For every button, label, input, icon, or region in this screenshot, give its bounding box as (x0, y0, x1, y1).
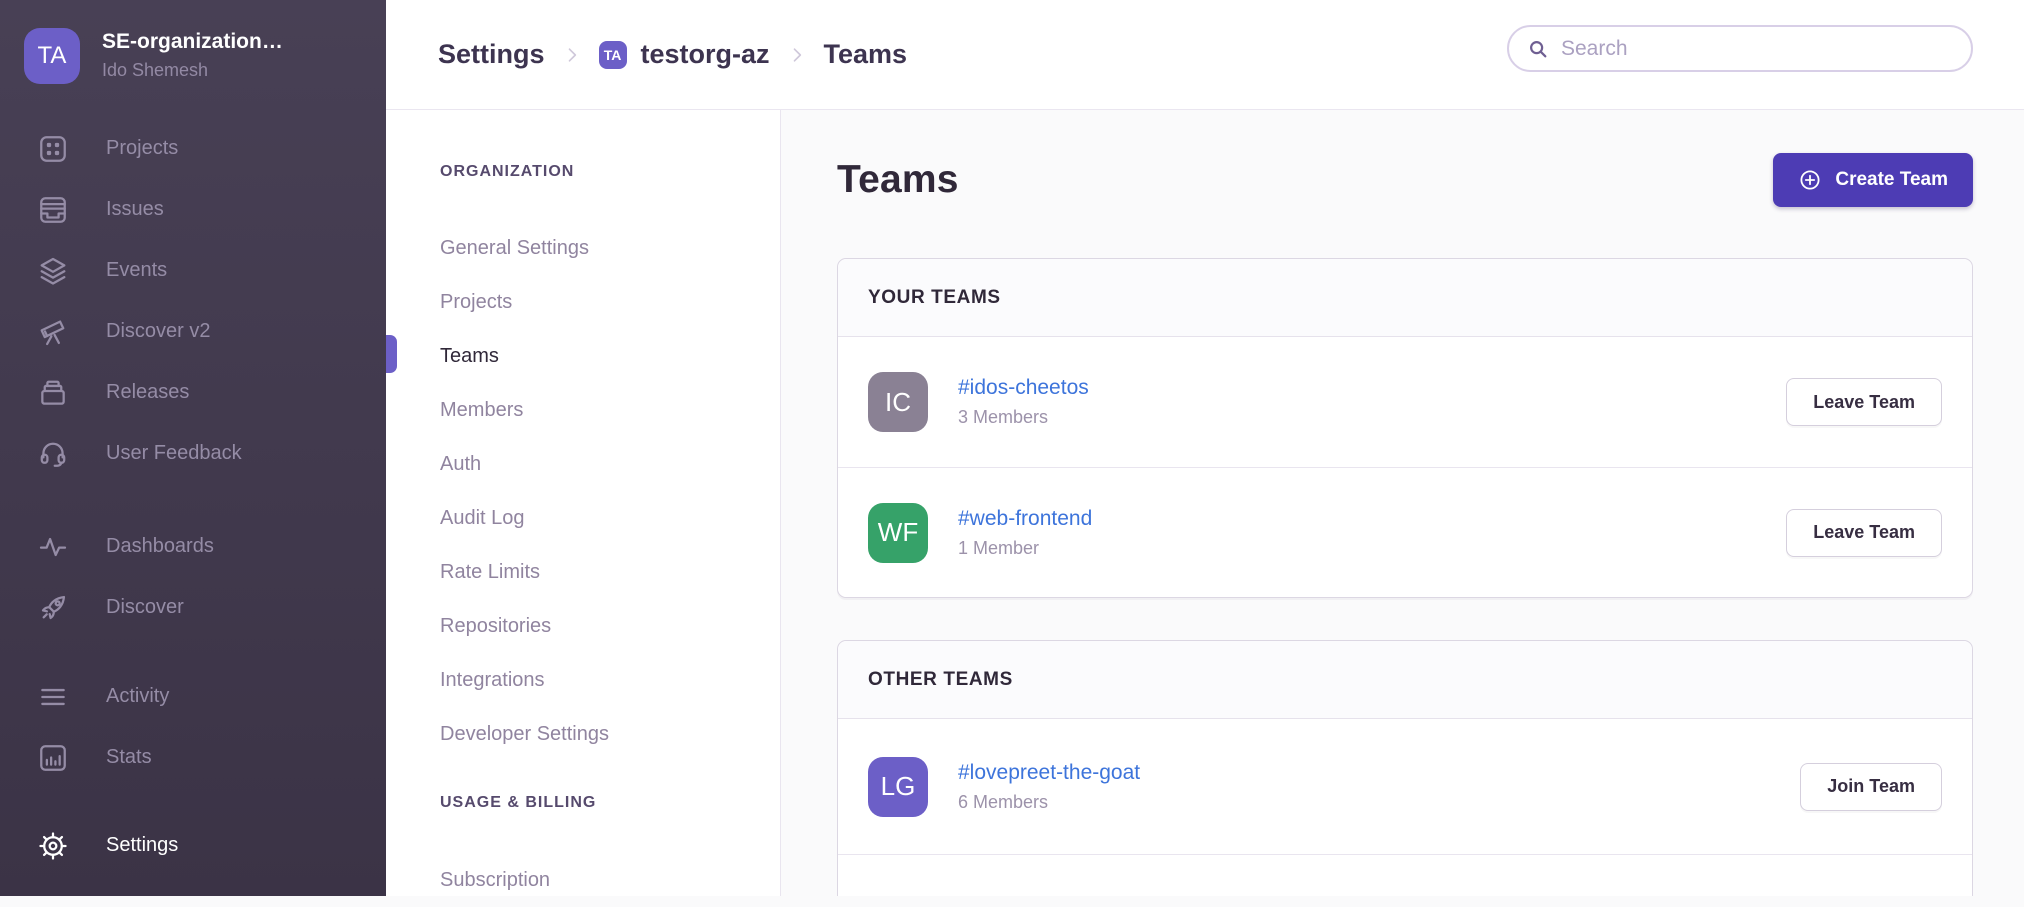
sidebar-item-label: Dashboards (106, 535, 214, 558)
sidebar-nav-tertiary: Activity Stats (0, 666, 386, 788)
rocket-icon (34, 589, 72, 627)
settings-nav-item-teams[interactable]: Teams (440, 329, 780, 383)
breadcrumb: Settings TA testorg-az Teams (438, 0, 907, 109)
projects-icon (34, 130, 72, 168)
app-sidebar: TA SE-organization… Ido Shemesh Projects… (0, 0, 386, 896)
sidebar-item-label: Issues (106, 198, 164, 221)
other-teams-panel: OTHER TEAMS LG #lovepreet-the-goat 6 Mem… (837, 640, 1973, 896)
events-icon (34, 252, 72, 290)
chevron-right-icon (562, 45, 582, 65)
sidebar-item-stats[interactable]: Stats (0, 727, 386, 788)
topbar: Settings TA testorg-az Teams (386, 0, 2024, 110)
sidebar-item-label: Activity (106, 685, 169, 708)
sidebar-nav-secondary: Dashboards Discover (0, 516, 386, 638)
circle-plus-icon (1798, 168, 1822, 192)
sidebar-item-discover-v2[interactable]: Discover v2 (0, 301, 386, 362)
sidebar-item-settings[interactable]: Settings (0, 815, 386, 876)
settings-nav-item-subscription[interactable]: Subscription (440, 853, 780, 907)
sidebar-item-label: Stats (106, 746, 152, 769)
org-badge: TA (599, 41, 627, 69)
settings-nav-item-projects[interactable]: Projects (440, 275, 780, 329)
settings-nav: ORGANIZATION General Settings Projects T… (386, 110, 781, 896)
sidebar-item-user-feedback[interactable]: User Feedback (0, 423, 386, 484)
sidebar-item-activity[interactable]: Activity (0, 666, 386, 727)
search-input[interactable] (1561, 37, 1953, 61)
sidebar-item-label: Settings (106, 834, 178, 857)
settings-nav-item-members[interactable]: Members (440, 383, 780, 437)
team-link[interactable]: #web-frontend (958, 507, 1092, 531)
sidebar-item-discover[interactable]: Discover (0, 577, 386, 638)
main-content: Teams Create Team YOUR TEAMS IC #idos-ch… (781, 110, 2024, 896)
your-teams-panel: YOUR TEAMS IC #idos-cheetos 3 Members Le… (837, 258, 1973, 598)
breadcrumb-org[interactable]: TA testorg-az (599, 39, 770, 70)
issues-icon (34, 191, 72, 229)
org-user-name: Ido Shemesh (102, 60, 283, 81)
sidebar-nav-settings: Settings (0, 815, 386, 876)
telescope-icon (34, 313, 72, 351)
sidebar-item-label: Releases (106, 381, 189, 404)
headset-icon (34, 435, 72, 473)
breadcrumb-settings[interactable]: Settings (438, 39, 545, 70)
team-avatar: IC (868, 372, 928, 432)
settings-nav-item-rate-limits[interactable]: Rate Limits (440, 545, 780, 599)
create-team-button[interactable]: Create Team (1773, 153, 1973, 207)
sidebar-nav-primary: Projects Issues Events Discover v2 Relea… (0, 118, 386, 484)
team-link[interactable]: #idos-cheetos (958, 376, 1089, 400)
bar-chart-icon (34, 739, 72, 777)
team-members-count: 6 Members (958, 792, 1140, 813)
team-info: #lovepreet-the-goat 6 Members (958, 761, 1140, 813)
other-teams-header: OTHER TEAMS (838, 641, 1972, 719)
settings-nav-item-audit-log[interactable]: Audit Log (440, 491, 780, 545)
settings-nav-item-repositories[interactable]: Repositories (440, 599, 780, 653)
archive-box-icon (34, 374, 72, 412)
pulse-icon (34, 528, 72, 566)
settings-nav-item-integrations[interactable]: Integrations (440, 653, 780, 707)
team-members-count: 3 Members (958, 407, 1089, 428)
settings-nav-item-auth[interactable]: Auth (440, 437, 780, 491)
org-name: SE-organization… (102, 30, 283, 54)
sidebar-item-dashboards[interactable]: Dashboards (0, 516, 386, 577)
team-info: #idos-cheetos 3 Members (958, 376, 1089, 428)
sidebar-item-label: Events (106, 259, 167, 282)
join-team-button[interactable]: Join Team (1800, 763, 1942, 811)
sidebar-item-projects[interactable]: Projects (0, 118, 386, 179)
table-row-partial (838, 854, 1972, 896)
chevron-right-icon (787, 45, 807, 65)
sidebar-item-label: User Feedback (106, 442, 242, 465)
leave-team-button[interactable]: Leave Team (1786, 378, 1942, 426)
your-teams-header: YOUR TEAMS (838, 259, 1972, 337)
table-row: WF #web-frontend 1 Member Leave Team (838, 467, 1972, 597)
active-nav-indicator (386, 335, 397, 373)
list-lines-icon (34, 678, 72, 716)
search-icon (1527, 38, 1549, 60)
leave-team-button[interactable]: Leave Team (1786, 509, 1942, 557)
breadcrumb-org-label: testorg-az (641, 39, 770, 70)
sidebar-item-label: Discover (106, 596, 184, 619)
table-row: LG #lovepreet-the-goat 6 Members Join Te… (838, 719, 1972, 854)
create-team-label: Create Team (1835, 169, 1948, 191)
settings-nav-section-usage-billing: USAGE & BILLING (440, 794, 780, 818)
sidebar-item-label: Projects (106, 137, 178, 160)
org-avatar: TA (24, 28, 80, 84)
settings-nav-section-organization: ORGANIZATION (440, 163, 780, 187)
sidebar-item-issues[interactable]: Issues (0, 179, 386, 240)
sidebar-item-releases[interactable]: Releases (0, 362, 386, 423)
sidebar-item-label: Discover v2 (106, 320, 210, 343)
team-avatar: LG (868, 757, 928, 817)
table-row: IC #idos-cheetos 3 Members Leave Team (838, 337, 1972, 467)
team-link[interactable]: #lovepreet-the-goat (958, 761, 1140, 785)
org-switcher[interactable]: TA SE-organization… Ido Shemesh (24, 28, 374, 84)
team-info: #web-frontend 1 Member (958, 507, 1092, 559)
gear-icon (34, 827, 72, 865)
settings-nav-item-general-settings[interactable]: General Settings (440, 221, 780, 275)
page-title: Teams (837, 158, 959, 202)
settings-nav-item-developer-settings[interactable]: Developer Settings (440, 707, 780, 761)
team-members-count: 1 Member (958, 538, 1092, 559)
org-meta: SE-organization… Ido Shemesh (102, 28, 283, 81)
sidebar-item-events[interactable]: Events (0, 240, 386, 301)
team-avatar: WF (868, 503, 928, 563)
breadcrumb-teams[interactable]: Teams (824, 39, 908, 70)
search-box (1507, 25, 1973, 72)
page-head: Teams Create Team (837, 150, 1973, 210)
